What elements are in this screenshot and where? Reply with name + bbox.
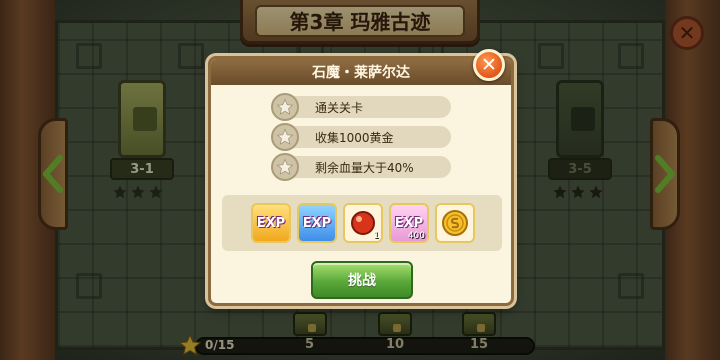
- exp-reward-item[interactable]: EXP: [251, 203, 291, 243]
- exp-reward-item[interactable]: EXP 400: [389, 203, 429, 243]
- objective-item: 通关关卡: [273, 96, 451, 118]
- dialog-close-icon[interactable]: ✕: [473, 49, 505, 81]
- star-icon: [271, 123, 299, 151]
- orb-reward-item[interactable]: 1: [343, 203, 383, 243]
- exp-icon: EXP: [302, 215, 332, 231]
- exp-icon: EXP: [394, 215, 424, 231]
- red-orb-icon: [351, 211, 375, 235]
- gold-coin-icon: [442, 210, 468, 236]
- challenge-button[interactable]: 挑战: [311, 261, 413, 299]
- star-icon: [271, 153, 299, 181]
- dialog-header: 石魔・莱萨尔达: [211, 59, 511, 85]
- objective-item: 收集1000黄金: [273, 126, 451, 148]
- level-info-dialog: 石魔・莱萨尔达 通关关卡 收集1000黄金 剩余血量大于40% EXP EXP …: [208, 56, 514, 306]
- reward-quantity: 1: [373, 231, 379, 241]
- dialog-title: 石魔・莱萨尔达: [312, 65, 410, 81]
- star-icon: [271, 93, 299, 121]
- exp-icon: EXP: [256, 215, 286, 231]
- objective-item: 剩余血量大于40%: [273, 156, 451, 178]
- objective-text: 通关关卡: [315, 100, 364, 115]
- challenge-label: 挑战: [348, 273, 376, 289]
- rewards-panel: EXP EXP 1 EXP 400: [222, 195, 502, 251]
- reward-quantity: 400: [407, 231, 425, 241]
- gold-reward-item[interactable]: [435, 203, 475, 243]
- exp-reward-item[interactable]: EXP: [297, 203, 337, 243]
- objective-text: 收集1000黄金: [315, 130, 394, 145]
- objective-text: 剩余血量大于40%: [315, 160, 414, 175]
